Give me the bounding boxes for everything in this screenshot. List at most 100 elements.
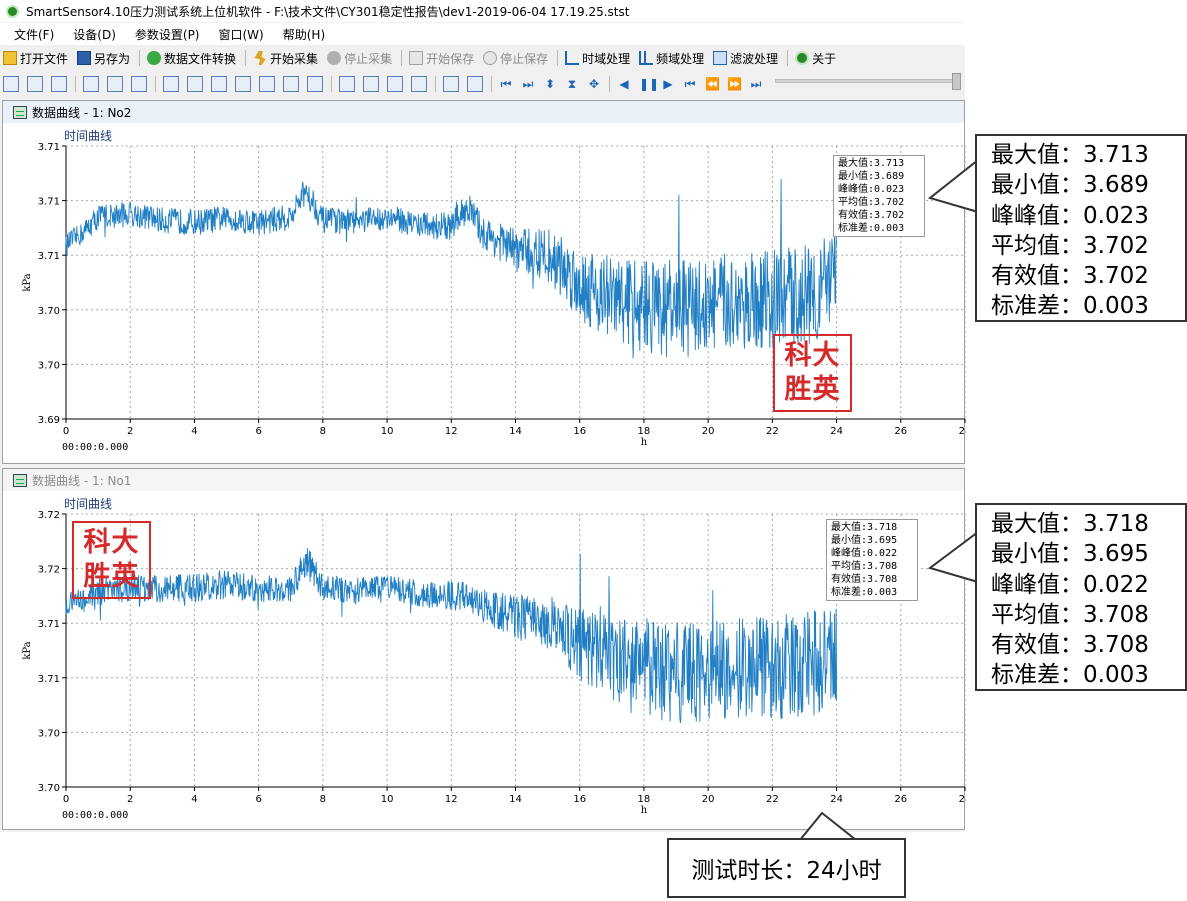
play-back-icon[interactable]: ◀ bbox=[617, 76, 631, 92]
y-tick-label: 3.71 bbox=[38, 142, 60, 153]
company-stamp: 科大 胜英 bbox=[773, 334, 852, 412]
frequency-domain-button[interactable]: 频域处理 bbox=[639, 50, 704, 67]
y-axis-label: kPa bbox=[22, 641, 33, 659]
table-view-icon[interactable] bbox=[187, 76, 203, 92]
chart-view-icon[interactable] bbox=[163, 76, 179, 92]
image-icon[interactable] bbox=[235, 76, 251, 92]
stat-rms: 有效值:3.708 bbox=[831, 574, 898, 585]
chart-subtitle: 时间曲线 bbox=[64, 497, 112, 511]
x-axis-label: h bbox=[641, 437, 648, 448]
title-bar: SmartSensor4.10压力测试系统上位机软件 - F:\技术文件\CY3… bbox=[0, 0, 965, 22]
x-tick-label: 10 bbox=[381, 426, 394, 437]
toolbar-separator bbox=[609, 76, 610, 92]
x-tick-label: 24 bbox=[830, 426, 843, 437]
triangle-icon[interactable] bbox=[363, 76, 379, 92]
x-tick-label: 28 bbox=[959, 794, 966, 805]
statistics-box: 最大值:3.718 最小值:3.695 峰峰值:0.022 平均值:3.708 … bbox=[826, 519, 918, 601]
stats-callout-no1: 最大值：3.718 最小值：3.695 峰峰值：0.022 平均值：3.708 … bbox=[975, 503, 1187, 691]
bar-chart-icon[interactable] bbox=[107, 76, 123, 92]
statistics-box: 最大值:3.713 最小值:3.689 峰峰值:0.023 平均值:3.702 … bbox=[833, 155, 925, 237]
menu-parameters[interactable]: 参数设置(P) bbox=[135, 26, 200, 43]
skip-end-icon[interactable]: ⏭ bbox=[749, 76, 763, 92]
start-acquisition-button[interactable]: 开始采集 bbox=[253, 50, 318, 67]
menu-help[interactable]: 帮助(H) bbox=[283, 26, 325, 43]
pause-play-icon[interactable]: ❚❚ bbox=[639, 76, 659, 92]
time-domain-button[interactable]: 时域处理 bbox=[565, 50, 630, 67]
toolbar-separator bbox=[75, 76, 76, 92]
x-axis-label: h bbox=[641, 805, 648, 816]
move-icon[interactable]: ✥ bbox=[587, 76, 601, 92]
convert-data-file-button[interactable]: 数据文件转换 bbox=[147, 50, 236, 67]
cursor-icon[interactable] bbox=[211, 76, 227, 92]
palette-dropdown-icon[interactable] bbox=[443, 76, 459, 92]
x-tick-label: 26 bbox=[894, 794, 907, 805]
y-tick-label: 3.71 bbox=[38, 197, 60, 208]
x-tick-label: 20 bbox=[702, 426, 715, 437]
frequency-domain-icon bbox=[639, 51, 654, 65]
export-icon[interactable] bbox=[259, 76, 275, 92]
skip-start-icon[interactable]: ⏮ bbox=[683, 76, 697, 92]
x-tick-label: 8 bbox=[320, 426, 326, 437]
x-tick-label: 28 bbox=[959, 426, 966, 437]
playback-slider[interactable] bbox=[775, 73, 961, 90]
fast-back-icon[interactable]: ⏪ bbox=[705, 76, 720, 92]
fast-forward-icon[interactable]: ⏩ bbox=[727, 76, 742, 92]
main-toolbar: 打开文件 另存为 数据文件转换 开始采集 停止采集 开始保存 停止保存 时域处理… bbox=[0, 47, 965, 69]
first-icon[interactable]: ⏮ bbox=[499, 76, 513, 92]
x-tick-label: 0 bbox=[63, 794, 69, 805]
toolbar-separator bbox=[557, 50, 559, 66]
x-tick-label: 20 bbox=[702, 794, 715, 805]
pause-icon[interactable] bbox=[339, 76, 355, 92]
copy-icon bbox=[409, 51, 424, 65]
stat-max: 最大值:3.718 bbox=[831, 522, 898, 533]
stop-save-button[interactable]: 停止保存 bbox=[483, 50, 548, 67]
save-as-button[interactable]: 另存为 bbox=[77, 50, 130, 67]
about-button[interactable]: 关于 bbox=[795, 50, 836, 67]
line-chart-icon[interactable] bbox=[83, 76, 99, 92]
fill-dropdown-icon[interactable] bbox=[467, 76, 483, 92]
runner-icon bbox=[254, 51, 266, 65]
filter-button[interactable]: 滤波处理 bbox=[713, 50, 778, 67]
stat-min: 最小值:3.695 bbox=[831, 535, 898, 546]
play-icon[interactable]: ▶ bbox=[661, 76, 675, 92]
expand-vertical-icon[interactable]: ⬍ bbox=[543, 76, 557, 92]
zoom-icon[interactable] bbox=[411, 76, 427, 92]
test-duration-callout: 测试时长：24小时 bbox=[667, 838, 906, 898]
stop-icon bbox=[327, 51, 342, 65]
shrink-vertical-icon[interactable]: ⧗ bbox=[565, 76, 579, 92]
grid-icon[interactable] bbox=[307, 76, 323, 92]
stat-min: 最小值:3.689 bbox=[838, 171, 905, 182]
y-tick-label: 3.70 bbox=[38, 306, 60, 317]
menu-window[interactable]: 窗口(W) bbox=[219, 26, 264, 43]
open-file-button[interactable]: 打开文件 bbox=[3, 50, 68, 67]
app-logo-icon bbox=[6, 4, 19, 18]
copy-chart-icon[interactable] bbox=[283, 76, 299, 92]
x-tick-label: 24 bbox=[830, 794, 843, 805]
slider-thumb[interactable] bbox=[952, 73, 961, 90]
y-tick-label: 3.71 bbox=[38, 619, 60, 630]
menu-file[interactable]: 文件(F) bbox=[14, 26, 54, 43]
stop-acquisition-button[interactable]: 停止采集 bbox=[327, 50, 392, 67]
tile-horizontal-icon[interactable] bbox=[51, 76, 67, 92]
stat-peak-to-peak: 峰峰值:0.022 bbox=[831, 548, 898, 559]
start-save-button[interactable]: 开始保存 bbox=[409, 50, 474, 67]
toolbar-separator bbox=[155, 76, 156, 92]
info-icon bbox=[483, 51, 498, 65]
tile-vertical-icon[interactable] bbox=[27, 76, 43, 92]
menu-device[interactable]: 设备(D) bbox=[73, 26, 116, 43]
clock-icon[interactable] bbox=[387, 76, 403, 92]
about-eye-icon bbox=[795, 51, 810, 65]
step-forward-icon[interactable]: ⏭ bbox=[521, 76, 535, 92]
y-tick-label: 3.70 bbox=[38, 728, 60, 739]
x-tick-label: 18 bbox=[638, 426, 651, 437]
x-tick-label: 6 bbox=[255, 794, 261, 805]
x-tick-label: 14 bbox=[509, 426, 522, 437]
stat-std: 标准差:0.003 bbox=[831, 587, 898, 598]
y-tick-label: 3.71 bbox=[38, 251, 60, 262]
scale-chart-icon[interactable] bbox=[131, 76, 147, 92]
chart-toolbar: ⏮ ⏭ ⬍ ⧗ ✥ ◀ ❚❚ ▶ ⏮ ⏪ ⏩ ⏭ bbox=[0, 72, 965, 96]
company-stamp: 科大 胜英 bbox=[72, 521, 151, 599]
stat-std: 标准差:0.003 bbox=[838, 223, 905, 234]
toolbar-separator bbox=[787, 50, 789, 66]
cascade-windows-icon[interactable] bbox=[3, 76, 19, 92]
